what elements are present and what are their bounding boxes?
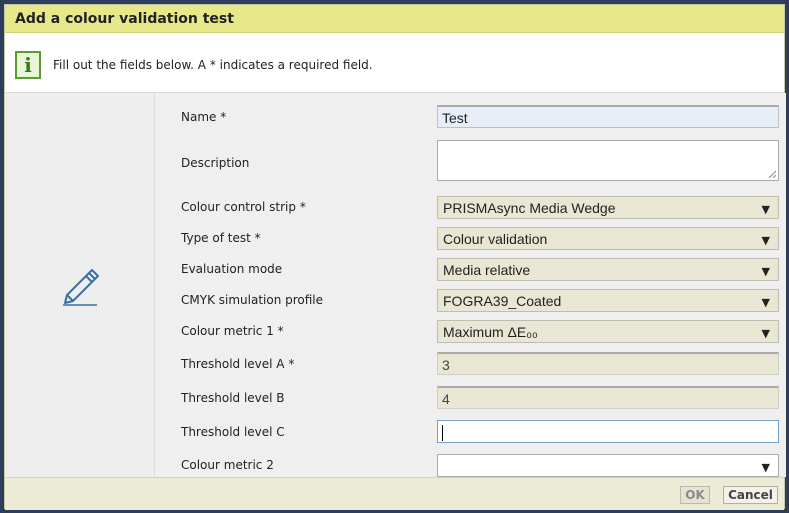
threshold-b-label: Threshold level B — [181, 391, 285, 405]
colour-metric-1-select[interactable]: Maximum ΔE₀₀ ▼ — [437, 320, 779, 343]
threshold-c-label: Threshold level C — [181, 425, 285, 439]
colour-metric-2-select[interactable]: ▼ — [437, 454, 779, 477]
threshold-b-input[interactable]: 4 — [437, 386, 779, 409]
chevron-down-icon: ▼ — [761, 327, 770, 340]
chevron-down-icon: ▼ — [761, 296, 770, 309]
colour-metric-1-value: Maximum ΔE₀₀ — [443, 324, 538, 340]
colour-metric-1-label: Colour metric 1 * — [181, 324, 284, 338]
description-textarea[interactable] — [437, 140, 779, 181]
cmyk-profile-label: CMYK simulation profile — [181, 293, 324, 307]
type-of-test-value: Colour validation — [443, 231, 548, 247]
info-text: Fill out the fields below. A * indicates… — [53, 58, 373, 72]
cmyk-profile-select[interactable]: FOGRA39_Coated ▼ — [437, 289, 779, 312]
form-panel: Name * Test Description Colour control s… — [155, 93, 786, 477]
colour-strip-value: PRISMAsync Media Wedge — [443, 200, 616, 216]
dialog-title: Add a colour validation test — [5, 5, 784, 33]
evaluation-mode-value: Media relative — [443, 262, 531, 278]
dialog-footer: OK Cancel — [5, 477, 784, 510]
name-label: Name * — [181, 110, 227, 124]
info-area: i Fill out the fields below. A * indicat… — [5, 33, 784, 93]
pencil-icon — [63, 269, 99, 306]
type-of-test-label: Type of test * — [181, 231, 261, 245]
cancel-button[interactable]: Cancel — [723, 486, 778, 504]
cmyk-profile-value: FOGRA39_Coated — [443, 293, 562, 309]
text-caret — [442, 425, 443, 442]
evaluation-mode-label: Evaluation mode — [181, 262, 283, 276]
threshold-a-label: Threshold level A * — [181, 357, 295, 371]
threshold-a-input[interactable]: 3 — [437, 352, 779, 375]
name-input[interactable]: Test — [437, 105, 779, 128]
info-icon: i — [15, 51, 41, 79]
colour-strip-select[interactable]: PRISMAsync Media Wedge ▼ — [437, 196, 779, 219]
chevron-down-icon: ▼ — [761, 234, 770, 247]
threshold-c-input[interactable] — [437, 420, 779, 443]
type-of-test-select[interactable]: Colour validation ▼ — [437, 227, 779, 250]
left-panel — [5, 93, 155, 477]
colour-metric-2-label: Colour metric 2 — [181, 458, 274, 472]
chevron-down-icon: ▼ — [761, 461, 770, 474]
ok-button[interactable]: OK — [680, 486, 710, 504]
chevron-down-icon: ▼ — [761, 265, 770, 278]
resize-grip-icon[interactable] — [768, 170, 776, 178]
dialog: Add a colour validation test i Fill out … — [4, 4, 786, 510]
description-label: Description — [181, 156, 250, 170]
chevron-down-icon: ▼ — [761, 203, 770, 216]
evaluation-mode-select[interactable]: Media relative ▼ — [437, 258, 779, 281]
colour-strip-label: Colour control strip * — [181, 200, 306, 214]
